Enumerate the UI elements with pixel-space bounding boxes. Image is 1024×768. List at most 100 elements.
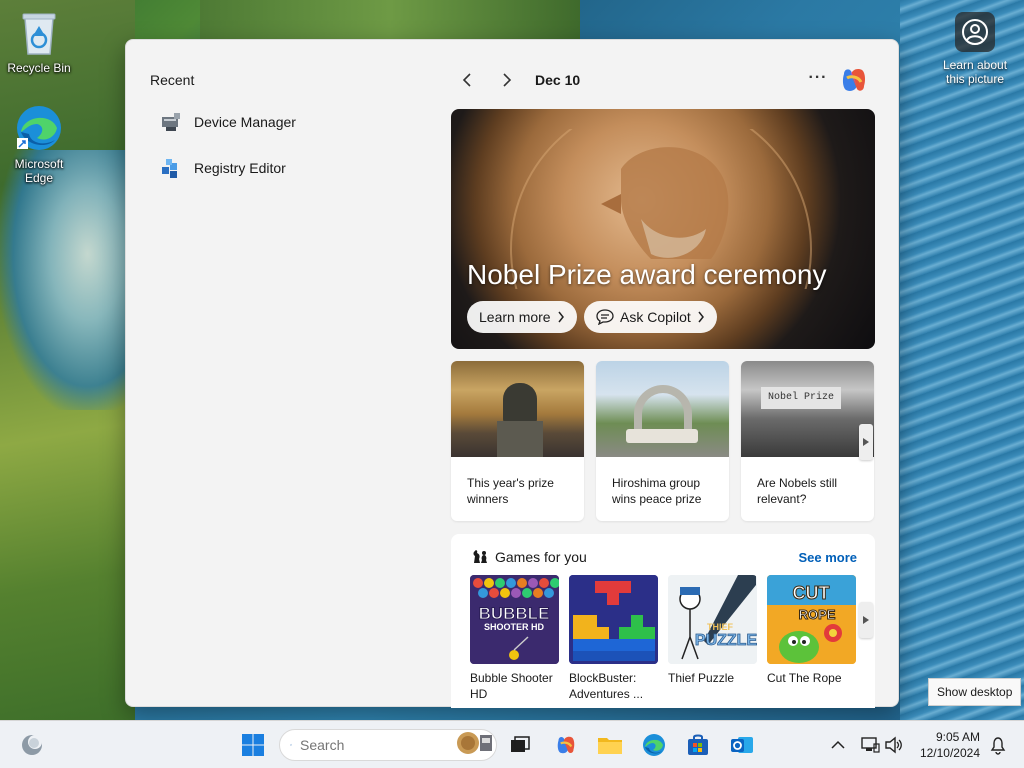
ask-copilot-label: Ask Copilot xyxy=(620,309,691,325)
wallpaper-surf xyxy=(0,150,125,410)
recycle-bin-icon xyxy=(3,10,75,59)
prev-day-button[interactable] xyxy=(455,68,479,92)
game-tile[interactable]: BlockBuster: Adventures ... xyxy=(569,575,658,702)
news-card[interactable]: This year's prize winners xyxy=(451,361,584,521)
volume-button[interactable] xyxy=(880,731,908,759)
camera-icon xyxy=(955,12,995,52)
desktop-icon-label: Microsoft Edge xyxy=(14,157,64,185)
learn-more-button[interactable]: Learn more xyxy=(467,301,577,333)
caret-right-icon xyxy=(863,438,869,446)
chess-icon xyxy=(473,550,487,563)
weather-icon xyxy=(22,735,42,755)
game-thumbnail: BUBBLE SHOOTER HD xyxy=(470,575,559,664)
svg-text:SHOOTER HD: SHOOTER HD xyxy=(484,622,545,632)
wallpaper-sea xyxy=(900,0,1024,720)
game-tile[interactable]: BUBBLE SHOOTER HD Bubble Shooter HD xyxy=(470,575,559,702)
game-name: Cut The Rope xyxy=(767,671,842,685)
outlook-button[interactable] xyxy=(728,731,756,759)
news-card-caption: This year's prize winners xyxy=(467,476,554,506)
wallpaper-cliff-top xyxy=(200,0,580,40)
svg-text:CUT: CUT xyxy=(793,583,830,603)
news-card-image xyxy=(451,361,584,457)
game-thumbnail: PUZZLE THIEF xyxy=(668,575,757,664)
chevron-left-icon xyxy=(462,73,471,87)
show-hidden-icons-button[interactable] xyxy=(824,731,852,759)
game-name: Thief Puzzle xyxy=(668,671,735,685)
recent-item-label: Device Manager xyxy=(194,114,296,130)
svg-text:ROPE: ROPE xyxy=(799,607,836,622)
news-card-caption: Hiroshima group wins peace prize xyxy=(612,476,702,506)
copilot-button[interactable] xyxy=(838,64,870,96)
network-icon xyxy=(861,737,880,753)
store-button[interactable] xyxy=(684,731,712,759)
thief-puzzle-art: PUZZLE THIEF xyxy=(668,575,757,664)
see-more-link[interactable]: See more xyxy=(798,550,857,565)
recent-item-device-manager[interactable]: Device Manager xyxy=(160,109,296,135)
game-tile[interactable]: PUZZLE THIEF Thief Puzzle xyxy=(668,575,757,686)
learn-about-picture[interactable]: Learn about this picture xyxy=(936,12,1014,86)
recent-heading: Recent xyxy=(150,72,195,88)
edge-taskbar-button[interactable] xyxy=(640,731,668,759)
learn-label: Learn about this picture xyxy=(942,58,1008,86)
recent-item-registry-editor[interactable]: Registry Editor xyxy=(160,155,286,181)
cut-the-rope-art: CUT ROPE xyxy=(767,575,856,664)
task-view-icon xyxy=(511,736,530,752)
clock-date: 12/10/2024 xyxy=(919,746,980,760)
news-card[interactable]: Hiroshima group wins peace prize xyxy=(596,361,729,521)
chat-icon xyxy=(596,309,614,325)
learn-more-label: Learn more xyxy=(479,309,551,325)
next-day-button[interactable] xyxy=(495,68,519,92)
bell-icon xyxy=(990,737,1006,755)
windows-logo-icon xyxy=(242,734,264,756)
game-name: BlockBuster: Adventures ... xyxy=(569,671,644,701)
widgets-button[interactable] xyxy=(18,731,46,759)
desktop-icon-recycle-bin[interactable]: Recycle Bin xyxy=(3,10,75,75)
taskbar: 9:05 AM 12/10/2024 xyxy=(0,720,1024,768)
store-icon xyxy=(688,734,708,755)
taskbar-clock[interactable]: 9:05 AM 12/10/2024 xyxy=(916,729,980,761)
thief-puzzle-logo-text: PUZZLE xyxy=(695,632,757,649)
chevron-right-icon xyxy=(503,73,512,87)
news-card-caption: Are Nobels still relevant? xyxy=(757,476,838,506)
games-section: Games for you See more BUBBLE SHOOTER HD… xyxy=(451,534,875,708)
recent-item-label: Registry Editor xyxy=(194,160,286,176)
hero-card[interactable]: Nobel Prize award ceremony Learn more As… xyxy=(451,109,875,349)
hero-title: Nobel Prize award ceremony xyxy=(467,259,827,290)
copilot-icon xyxy=(842,69,866,91)
news-card[interactable]: Nobel Prize Are Nobels still relevant? xyxy=(741,361,874,521)
more-options-button[interactable]: ··· xyxy=(806,68,830,92)
device-manager-icon xyxy=(160,111,182,133)
games-title: Games for you xyxy=(495,549,587,565)
task-view-button[interactable] xyxy=(506,731,534,759)
search-input[interactable] xyxy=(300,737,420,753)
chevron-right-icon xyxy=(698,311,704,323)
ask-copilot-button[interactable]: Ask Copilot xyxy=(584,301,717,333)
speaker-icon xyxy=(885,736,902,754)
search-icon xyxy=(290,744,292,746)
game-thumbnail: CUT ROPE xyxy=(767,575,856,664)
svg-text:THIEF: THIEF xyxy=(707,622,734,632)
cards-scroll-right-button[interactable] xyxy=(859,424,873,460)
desktop-icon-label: Recycle Bin xyxy=(7,61,71,75)
copilot-taskbar-button[interactable] xyxy=(552,731,580,759)
game-thumbnail xyxy=(569,575,658,664)
notifications-button[interactable] xyxy=(984,731,1012,759)
clock-time: 9:05 AM xyxy=(935,730,980,744)
search-highlight-icon xyxy=(456,731,496,760)
chevron-right-icon xyxy=(558,311,564,323)
bubble-shooter-logo-text: BUBBLE xyxy=(479,604,550,623)
copilot-icon xyxy=(557,736,575,754)
desktop-icon-edge[interactable]: Microsoft Edge xyxy=(3,104,75,185)
games-scroll-right-button[interactable] xyxy=(859,602,873,638)
news-card-image: Nobel Prize xyxy=(741,361,874,457)
caret-right-icon xyxy=(863,616,869,624)
taskbar-search[interactable] xyxy=(279,729,497,761)
show-desktop-tooltip: Show desktop xyxy=(928,678,1022,706)
edge-icon xyxy=(3,104,75,155)
game-tile[interactable]: CUT ROPE Cut The Rope xyxy=(767,575,856,686)
file-explorer-button[interactable] xyxy=(596,731,624,759)
registry-editor-icon xyxy=(160,157,182,179)
start-button[interactable] xyxy=(239,731,267,759)
blockbuster-art xyxy=(569,575,658,664)
game-name: Bubble Shooter HD xyxy=(470,671,553,701)
